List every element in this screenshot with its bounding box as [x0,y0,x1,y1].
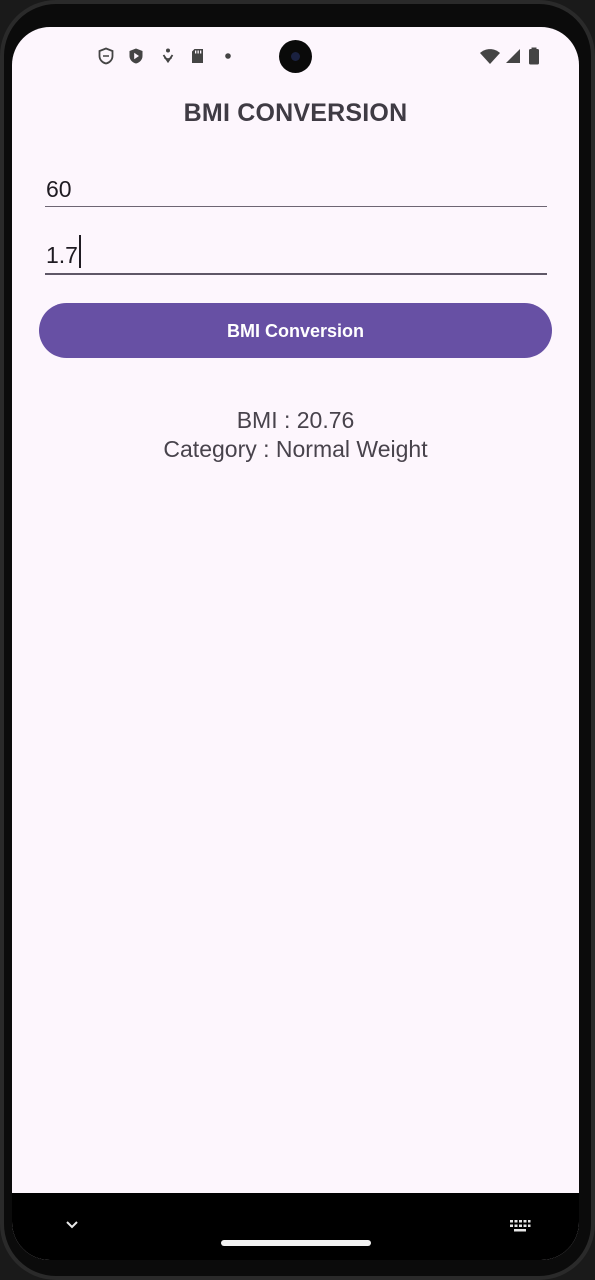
wifi-icon [480,49,500,64]
front-camera [279,40,312,73]
app-screen: BMI CONVERSION BMI Conversion BMI : 20.7… [12,27,579,1260]
text-cursor [79,235,81,268]
navigation-bar [12,1193,579,1260]
play-protect-icon [129,48,143,64]
dot-icon [225,53,231,59]
battery-icon [529,47,539,65]
bmi-result: BMI : 20.76 [236,407,355,433]
category-result: Category : Normal Weight [163,436,428,462]
sd-card-icon [192,49,203,63]
keyboard-icon[interactable] [509,1219,531,1233]
cellular-icon [506,49,520,63]
page-title: BMI CONVERSION [183,99,408,127]
bmi-conversion-button[interactable]: BMI Conversion [39,303,552,358]
weight-input[interactable] [45,172,547,207]
shield-outline-icon [98,47,114,65]
accessibility-icon [162,48,174,64]
home-pill[interactable] [221,1240,371,1246]
height-input[interactable] [45,237,547,275]
status-bar [12,27,579,85]
chevron-down-icon[interactable] [64,1219,80,1231]
phone-frame: BMI CONVERSION BMI Conversion BMI : 20.7… [0,0,595,1280]
